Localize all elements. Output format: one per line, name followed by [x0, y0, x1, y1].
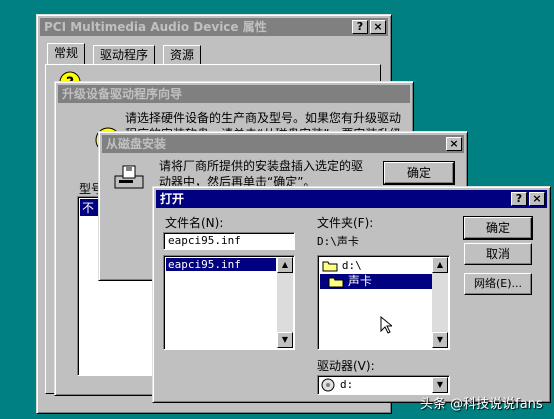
filename-value: eapci95.inf: [168, 234, 241, 247]
filename-input[interactable]: eapci95.inf: [163, 232, 295, 250]
disk-close-button[interactable]: ×: [446, 137, 462, 151]
open-title: 打开: [160, 192, 185, 206]
open-cancel-button[interactable]: 取消: [464, 243, 532, 265]
scroll-up-arrow-icon[interactable]: ▲: [277, 257, 293, 273]
open-close-button[interactable]: ×: [529, 192, 545, 206]
folder-tree-scrollbar[interactable]: ▲ ▼: [432, 257, 448, 348]
drive-value: d:: [340, 378, 354, 391]
scroll-down-arrow-icon[interactable]: ▼: [277, 332, 293, 348]
tab-resources[interactable]: 资源: [163, 45, 202, 65]
close-button[interactable]: ×: [370, 20, 386, 34]
help-button[interactable]: ?: [352, 20, 368, 34]
network-button[interactable]: 网络(E)...: [464, 273, 532, 295]
disk-ok-button[interactable]: 确定: [383, 161, 455, 185]
dropdown-arrow-icon[interactable]: ▼: [432, 377, 448, 393]
drives-select[interactable]: d: ▼: [317, 375, 450, 395]
folder-icon: [328, 277, 344, 287]
folder-item-selected[interactable]: 声卡: [320, 274, 432, 289]
folder-scroll-down-arrow-icon[interactable]: ▼: [432, 332, 448, 348]
properties-title: PCI Multimedia Audio Device 属性: [44, 20, 267, 34]
file-list[interactable]: eapci95.inf ▲ ▼: [163, 255, 295, 350]
tab-general[interactable]: 常规: [47, 43, 86, 65]
cd-drive-icon: [321, 378, 335, 392]
open-titlebar: 打开 ? ×: [156, 190, 547, 208]
folder-item-root[interactable]: d:\: [322, 258, 362, 273]
mouse-cursor-icon: [380, 316, 392, 334]
folder-label: 文件夹(F):: [317, 216, 374, 230]
watermark-text: 头条 @科技说说fans: [420, 397, 543, 412]
drives-label: 驱动器(V):: [317, 359, 375, 373]
folder-path: D:\声卡: [317, 235, 359, 248]
open-ok-button[interactable]: 确定: [463, 216, 533, 240]
filename-label: 文件名(N):: [165, 216, 224, 230]
open-dialog-window: 打开 ? × 文件名(N): eapci95.inf eapci95.inf ▲…: [152, 186, 551, 403]
file-list-scrollbar[interactable]: ▲ ▼: [277, 257, 293, 348]
file-list-item[interactable]: eapci95.inf: [166, 258, 276, 271]
folder-item-selected-label: 声卡: [347, 274, 372, 288]
open-folder-icon: [322, 261, 338, 271]
folder-scroll-up-arrow-icon[interactable]: ▲: [432, 257, 448, 273]
tab-driver[interactable]: 驱动程序: [93, 45, 156, 65]
floppy-drive-icon: [114, 165, 144, 189]
properties-titlebar: PCI Multimedia Audio Device 属性 ? ×: [40, 18, 388, 36]
disk-title: 从磁盘安装: [106, 137, 167, 151]
wizard-title: 升级设备驱动程序向导: [62, 87, 183, 101]
open-help-button[interactable]: ?: [511, 192, 527, 206]
folder-item-root-label: d:\: [341, 259, 362, 272]
wizard-titlebar: 升级设备驱动程序向导: [58, 85, 410, 103]
folder-tree[interactable]: d:\ 声卡 ▲ ▼: [317, 255, 450, 350]
disk-titlebar: 从磁盘安装 ×: [102, 135, 464, 153]
